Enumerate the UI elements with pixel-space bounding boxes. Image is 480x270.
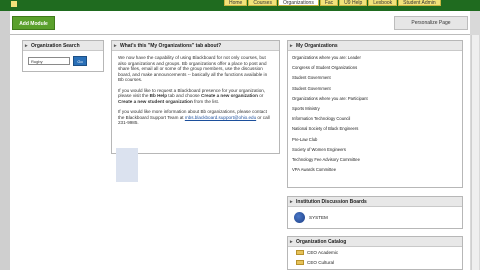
app-logo-icon	[11, 1, 17, 7]
discussion-board-label: SYSTEM	[309, 215, 328, 220]
catalog-item[interactable]: CEO Academic	[288, 247, 462, 257]
about-body: We now have the capability of using Blac…	[112, 51, 279, 135]
collapse-arrow-icon[interactable]: ▸	[114, 41, 117, 51]
org-list: Organizations where you are: Leader Cong…	[288, 51, 462, 175]
create-org-text: Create a new organization	[201, 93, 258, 98]
create-student-org-text: Create a new student organization	[118, 98, 193, 104]
add-module-button[interactable]: Add Module	[12, 16, 55, 30]
about-header: ▸ What's this "My Organizations" tab abo…	[112, 41, 279, 51]
tab-courses[interactable]: Courses	[248, 0, 277, 6]
tab-help[interactable]: U9 Help	[339, 0, 368, 6]
org-list-heading-leader: Organizations where you are: Leader	[292, 55, 361, 60]
org-catalog-title: Organization Catalog	[296, 239, 347, 245]
org-list-item[interactable]: Society of Women Engineers	[292, 145, 462, 155]
tab-lexbook[interactable]: Lexbook	[368, 0, 398, 6]
support-email-link[interactable]: mbs.blackboard.support@ohio.edu	[185, 115, 256, 120]
folder-icon	[296, 259, 304, 265]
about-module: ▸ What's this "My Organizations" tab abo…	[111, 40, 280, 154]
folder-icon	[296, 249, 304, 255]
collapse-arrow-icon[interactable]: ▸	[290, 197, 293, 207]
org-list-item[interactable]: VPA Awards Committee	[292, 165, 462, 175]
personalize-page-button[interactable]: Personalize Page	[394, 16, 468, 30]
tab-student-admin[interactable]: Student Admin	[398, 0, 441, 6]
tab-home[interactable]: Home	[224, 0, 248, 6]
org-catalog-module: ▸ Organization Catalog CEO Academic CEO …	[287, 236, 463, 270]
catalog-item[interactable]: CEO Cultural	[288, 257, 462, 267]
org-list-item[interactable]: Technology Fee Advisory Committee	[292, 155, 462, 165]
org-list-item[interactable]: Pre-Law Club	[292, 135, 462, 145]
about-title: What's this "My Organizations" tab about…	[120, 43, 222, 49]
about-paragraph-2: If you would like to request a Blackboar…	[118, 87, 266, 104]
discussion-boards-header: ▸ Institution Discussion Boards	[288, 197, 462, 207]
blurred-image	[116, 148, 138, 182]
org-list-item[interactable]: Student Government	[292, 84, 462, 94]
org-catalog-header: ▸ Organization Catalog	[288, 237, 462, 247]
org-list-item[interactable]: Information Technology Council	[292, 114, 462, 124]
divider	[10, 34, 470, 35]
org-search-header: ▸ Organization Search	[23, 41, 103, 51]
go-button[interactable]: Go	[73, 56, 87, 66]
catalog-item-label: CEO Cultural	[307, 259, 335, 265]
org-search-input[interactable]: Rugby	[28, 57, 70, 65]
about-paragraph-3: If you would like more information about…	[118, 109, 270, 125]
org-search-title: Organization Search	[31, 43, 80, 49]
org-list-item[interactable]: Student Government	[292, 73, 462, 83]
org-search-module: ▸ Organization Search Rugby Go	[22, 40, 104, 72]
my-organizations-title: My Organizations	[296, 43, 338, 49]
org-list-item[interactable]: Congress of Student Organizations	[292, 63, 462, 73]
tab-organizations[interactable]: Organizations	[277, 0, 319, 6]
catalog-item-label: CEO Academic	[307, 249, 339, 255]
bb-help-text: Bb Help	[149, 93, 168, 98]
left-gutter	[0, 11, 10, 270]
discussion-board-item[interactable]: SYSTEM	[288, 207, 462, 223]
tab-bar: Home Courses Organizations Fac U9 Help L…	[224, 0, 441, 7]
my-organizations-header: ▸ My Organizations	[288, 41, 462, 51]
top-banner: Home Courses Organizations Fac U9 Help L…	[0, 0, 480, 11]
tab-fac[interactable]: Fac	[319, 0, 339, 6]
discussion-boards-title: Institution Discussion Boards	[296, 199, 367, 205]
org-list-item[interactable]: Sports Ministry	[292, 104, 462, 114]
globe-icon	[294, 212, 305, 223]
my-organizations-module: ▸ My Organizations Organizations where y…	[287, 40, 463, 188]
collapse-arrow-icon[interactable]: ▸	[290, 237, 293, 247]
collapse-arrow-icon[interactable]: ▸	[25, 41, 28, 51]
page-scrollbar[interactable]	[471, 35, 479, 270]
org-list-item[interactable]: National Society of Black Engineers	[292, 124, 462, 134]
discussion-boards-module: ▸ Institution Discussion Boards SYSTEM	[287, 196, 463, 229]
about-paragraph-1: We now have the capability of using Blac…	[118, 55, 268, 82]
org-list-heading-participant: Organizations where you are: Participant	[292, 95, 368, 101]
collapse-arrow-icon[interactable]: ▸	[290, 41, 293, 51]
